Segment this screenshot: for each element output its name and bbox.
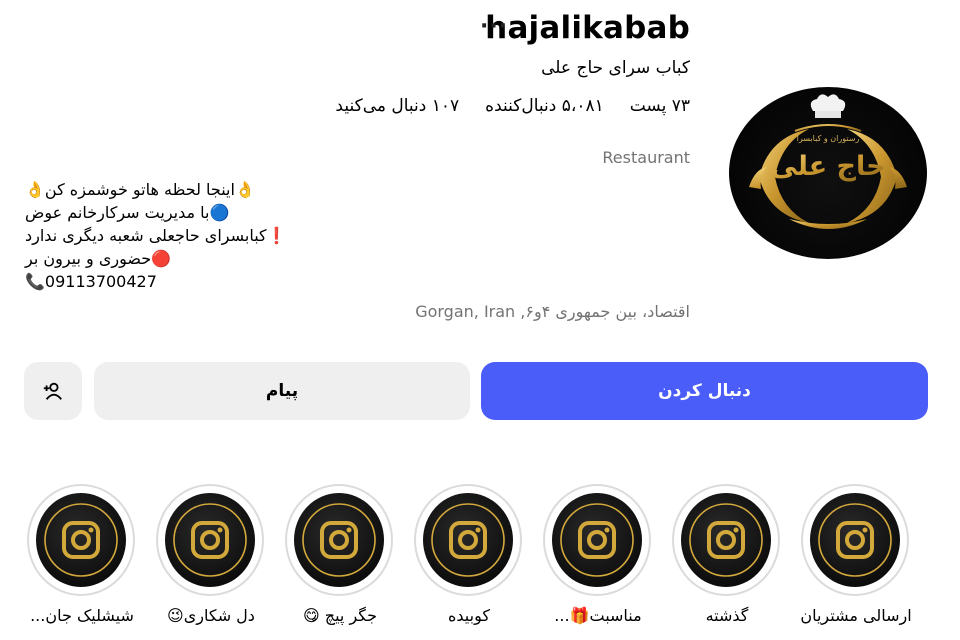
profile-bio: 👌اینجا لحظه هاتو خوشمزه کن👌 🔵با مدیریت س… <box>25 178 445 293</box>
highlight-label: دل شکاری😉 <box>167 606 255 625</box>
highlight-item[interactable]: کوبیده <box>409 482 529 640</box>
profile-stats: ۷۳ پست ۵،۰۸۱ دنبال‌کننده ۱۰۷ دنبال می‌کن… <box>335 96 690 116</box>
highlight-item[interactable]: ارسالی مشتریان <box>796 482 916 640</box>
follow-button[interactable]: دنبال کردن <box>481 362 928 420</box>
logo-subtitle: رستوران و کبابسرا <box>797 134 860 143</box>
add-person-icon <box>43 382 62 400</box>
instagram-icon <box>689 503 763 577</box>
highlight-label: مناسبت🎁... <box>554 606 642 625</box>
instagram-icon <box>818 503 892 577</box>
bio-line: 👌اینجا لحظه هاتو خوشمزه کن👌 <box>25 180 255 199</box>
followers-count[interactable]: ۵،۰۸۱ دنبال‌کننده <box>485 96 604 116</box>
highlight-label: کوبیده <box>448 606 490 625</box>
profile-username: hajalikabab <box>485 10 690 46</box>
instagram-icon <box>431 503 505 577</box>
instagram-icon <box>560 503 634 577</box>
profile-full-name: کباب سرای حاج علی <box>541 58 690 78</box>
following-count[interactable]: ۱۰۷ دنبال می‌کنید <box>335 96 459 116</box>
highlight-item[interactable]: دل شکاری😉 <box>151 482 271 640</box>
instagram-icon <box>173 503 247 577</box>
suggest-people-button[interactable] <box>24 362 82 420</box>
highlight-item[interactable]: جگر پیچ 😋 <box>280 482 400 640</box>
message-button[interactable]: پیام <box>94 362 470 420</box>
instagram-icon <box>44 503 118 577</box>
highlight-item[interactable]: مناسبت🎁... <box>538 482 658 640</box>
bio-line: 🔴حضوری و بیرون بر <box>25 249 172 268</box>
profile-address[interactable]: اقتصاد، بین جمهوری ۴و۶, Gorgan, Iran <box>415 302 690 321</box>
logo-title: حاج علی <box>770 151 885 182</box>
bio-line: 🔵با مدیریت سرکارخانم عوض <box>25 203 230 222</box>
profile-category: Restaurant <box>602 148 690 167</box>
highlight-label: شیشلیک جان... <box>30 606 134 625</box>
instagram-icon <box>302 503 376 577</box>
posts-count[interactable]: ۷۳ پست <box>630 96 690 116</box>
highlight-item[interactable]: گذشته <box>667 482 787 640</box>
bio-line: ❗️کبابسرای حاجعلی شعبه دیگری ندارد <box>25 226 287 245</box>
highlight-label: گذشته <box>705 606 749 625</box>
more-options-icon[interactable]: ··· <box>480 14 508 39</box>
highlight-item[interactable]: شیشلیک جان... <box>22 482 142 640</box>
restaurant-logo: رستوران و کبابسرا حاج علی <box>749 94 907 229</box>
bio-phone[interactable]: 📞09113700427 <box>25 270 445 293</box>
profile-avatar[interactable]: رستوران و کبابسرا حاج علی <box>729 87 927 259</box>
highlight-label: جگر پیچ 😋 <box>302 606 377 625</box>
highlight-label: ارسالی مشتریان <box>800 606 912 625</box>
story-highlights: ارسالی مشتریان گذشته مناسبت🎁... کوبیده ج… <box>0 482 960 640</box>
